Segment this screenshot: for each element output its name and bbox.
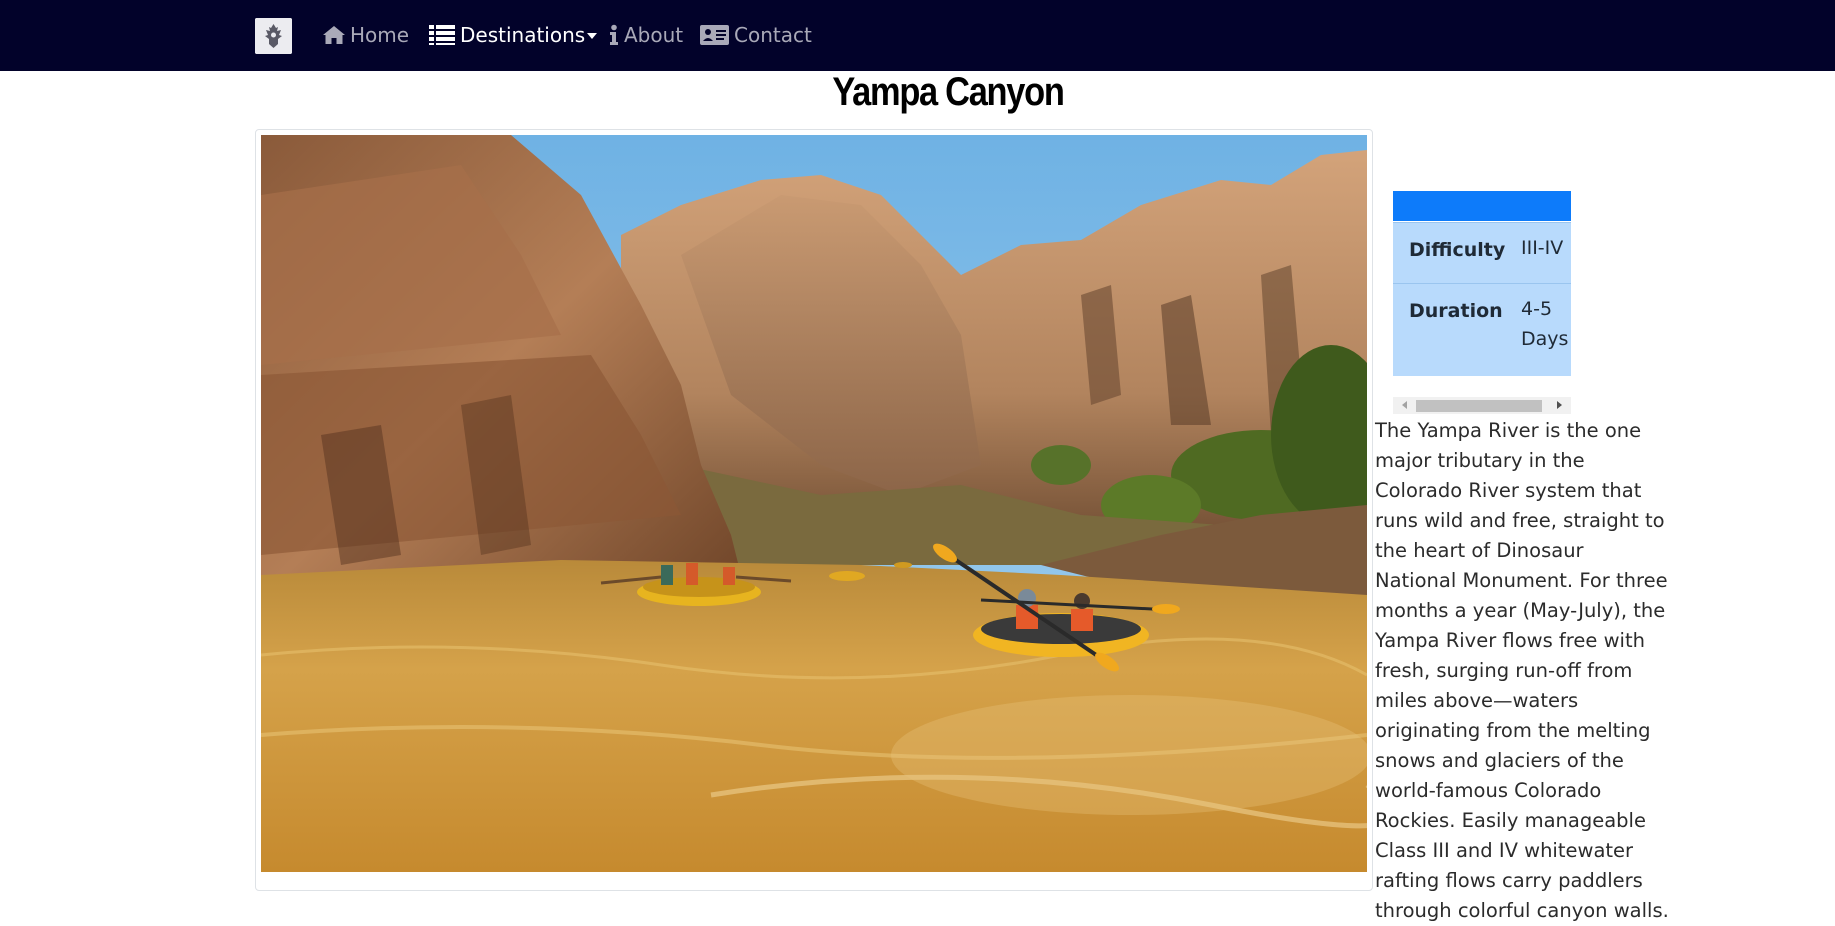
nav-destinations-label: Destinations: [460, 23, 586, 47]
info-icon: [610, 24, 618, 45]
nav-destinations[interactable]: Destinations: [428, 20, 598, 50]
table-horizontal-scrollbar[interactable]: [1393, 397, 1571, 414]
scroll-left-arrow-icon[interactable]: [1402, 401, 1407, 409]
top-navbar: Home Destinations About Contact: [0, 0, 1835, 71]
page-title: Yampa Canyon: [832, 70, 1064, 114]
home-icon: [323, 26, 345, 44]
chevron-down-icon: [587, 33, 598, 39]
destination-description: The Yampa River is the one major tributa…: [1375, 419, 1669, 922]
nav-home[interactable]: Home: [322, 20, 409, 50]
eagle-crest-logo[interactable]: [255, 18, 292, 54]
rafting-canyon-photo: [261, 135, 1367, 872]
scroll-right-arrow-icon[interactable]: [1557, 401, 1562, 409]
info-row-duration: Duration 4-5 Days: [1393, 283, 1571, 376]
nav-home-label: Home: [350, 23, 410, 47]
nav-contact-label: Contact: [734, 23, 812, 47]
nav-about[interactable]: About: [608, 20, 683, 50]
info-table-header: [1393, 191, 1571, 221]
list-icon: [429, 25, 455, 45]
nav-contact[interactable]: Contact: [699, 20, 812, 50]
info-label-duration: Duration: [1409, 300, 1503, 322]
info-row-difficulty: Difficulty III-IV: [1393, 222, 1571, 284]
contact-card-icon: [700, 25, 729, 45]
info-value-difficulty: III-IV: [1521, 237, 1564, 259]
info-label-difficulty: Difficulty: [1409, 239, 1506, 261]
nav-about-label: About: [624, 23, 684, 47]
scrollbar-thumb[interactable]: [1416, 400, 1542, 412]
photo-frame: [255, 129, 1373, 891]
info-value-duration: 4-5 Days: [1521, 298, 1569, 350]
